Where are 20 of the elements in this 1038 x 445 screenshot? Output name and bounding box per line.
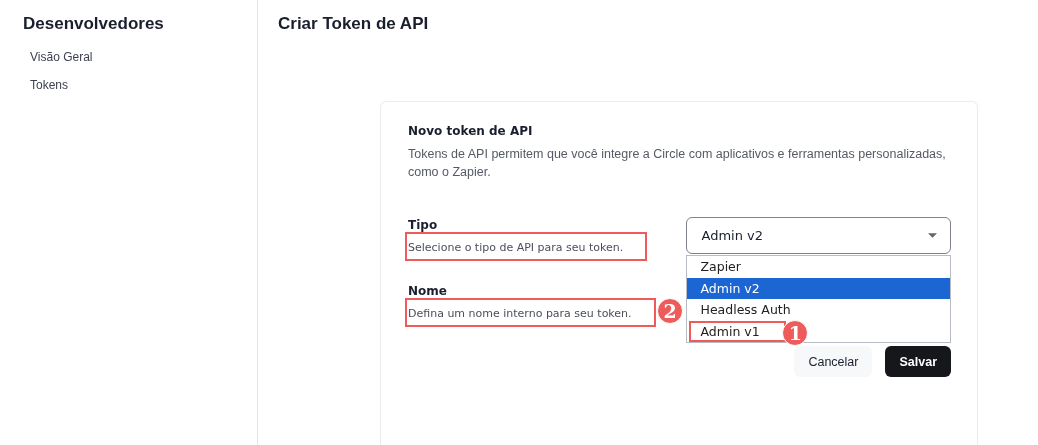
card-title: Novo token de API: [408, 124, 534, 138]
caret-icon: [928, 233, 937, 238]
sidebar-item[interactable]: Visão Geral: [23, 47, 100, 67]
save-button[interactable]: Salvar: [885, 346, 951, 377]
field-hint: Selecione o tipo de API para seu token.: [408, 241, 624, 254]
dropdown-option[interactable]: Headless Auth: [687, 299, 951, 321]
cancel-button[interactable]: Cancelar: [794, 346, 873, 377]
field-label: Tipo: [408, 218, 439, 232]
field-label: Nome: [408, 284, 448, 298]
sidebar-title: Desenvolvedores: [23, 14, 164, 34]
select-field[interactable]: Admin v2: [686, 217, 951, 254]
dropdown-option[interactable]: Zapier: [687, 256, 951, 278]
number-badge: 1: [782, 319, 809, 346]
card-description: Tokens de API permitem que você integre a Circle com aplicativos e ferramentas personalizadas, como o Zapier.: [408, 146, 947, 181]
dropdown-option[interactable]: Admin v2: [687, 277, 951, 299]
dropdown-option[interactable]: Admin v1: [689, 320, 786, 342]
sidebar-item[interactable]: Tokens: [23, 75, 76, 95]
field-hint: Defina um nome interno para seu token.: [408, 307, 632, 320]
number-badge: 2: [657, 298, 683, 324]
page-title: Criar Token de API: [278, 14, 430, 34]
